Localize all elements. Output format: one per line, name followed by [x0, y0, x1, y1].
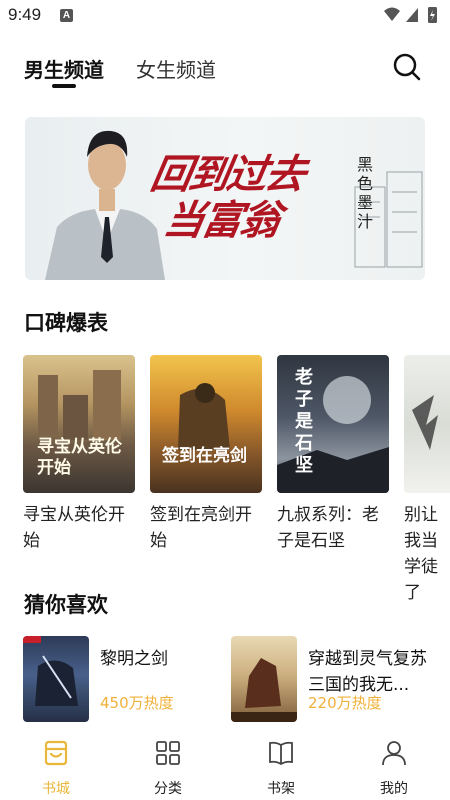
notification-icon: A — [60, 9, 73, 22]
nav-label: 书城 — [42, 781, 70, 797]
book-cover: 寻宝从英伦开始 — [23, 355, 135, 493]
cover-title: 寻宝从英伦开始 — [37, 437, 122, 478]
nav-bookstore[interactable]: 书城 — [26, 740, 86, 798]
book-card[interactable]: 别让我当学徒了 — [404, 355, 450, 606]
book-card[interactable]: 签到在亮剑 签到在亮剑开始 — [150, 355, 262, 554]
bookstore-icon — [44, 740, 68, 766]
nav-label: 书架 — [267, 781, 295, 797]
signal-icon — [406, 8, 418, 22]
book-title: 别让我当学徒了 — [404, 505, 438, 603]
recommend-item[interactable]: 穿越到灵气复苏三国的我无... 220万热度 — [231, 636, 441, 726]
book-title: 寻宝从英伦开始 — [23, 505, 125, 551]
book-cover: 老子是石坚 — [277, 355, 389, 493]
tab-male-channel[interactable]: 男生频道 — [24, 54, 104, 83]
book-card[interactable]: 寻宝从英伦开始 寻宝从英伦开始 — [23, 355, 135, 554]
recommend-item[interactable]: 黎明之剑 450万热度 — [23, 636, 223, 726]
nav-profile[interactable]: 我的 — [364, 740, 424, 798]
book-title: 黎明之剑 — [100, 649, 168, 669]
bottom-navigation: 书城 分类 书架 我的 — [0, 732, 450, 800]
section-title-popular: 口碑爆表 — [24, 311, 108, 335]
book-cover — [231, 636, 297, 722]
book-title: 穿越到灵气复苏三国的我无... — [308, 649, 427, 695]
banner-author: 黑色墨汁 — [357, 155, 374, 231]
user-icon — [382, 741, 406, 766]
wifi-icon — [384, 7, 400, 21]
nav-label: 分类 — [154, 781, 182, 797]
book-title: 签到在亮剑开始 — [150, 505, 252, 551]
cover-title: 签到在亮剑 — [162, 446, 247, 466]
heat-count: 450万热度 — [100, 694, 174, 712]
tab-female-channel[interactable]: 女生频道 — [136, 54, 216, 83]
nav-label: 我的 — [380, 781, 408, 797]
status-icons — [384, 7, 437, 23]
book-card[interactable]: 老子是石坚 九叔系列：老子是石坚 — [277, 355, 389, 554]
status-time: 9:49 — [8, 5, 42, 24]
status-bar: 9:49 A — [0, 0, 450, 34]
category-grid-icon — [156, 741, 180, 765]
bookshelf-icon — [269, 741, 293, 766]
active-tab-indicator — [52, 84, 76, 88]
banner-title-line2: 当富翁 — [160, 197, 283, 244]
heat-count: 220万热度 — [308, 694, 382, 712]
book-cover — [404, 355, 450, 493]
channel-tabs: 男生频道 女生频道 — [0, 50, 450, 94]
book-cover: 签到在亮剑 — [150, 355, 262, 493]
book-title: 九叔系列：老子是石坚 — [277, 505, 379, 551]
book-cover — [23, 636, 89, 722]
cover-title: 老子是石坚 — [295, 367, 313, 476]
nav-bookshelf[interactable]: 书架 — [251, 740, 311, 798]
nav-category[interactable]: 分类 — [138, 740, 198, 798]
section-title-guess: 猜你喜欢 — [24, 593, 108, 617]
search-icon[interactable] — [392, 52, 422, 82]
